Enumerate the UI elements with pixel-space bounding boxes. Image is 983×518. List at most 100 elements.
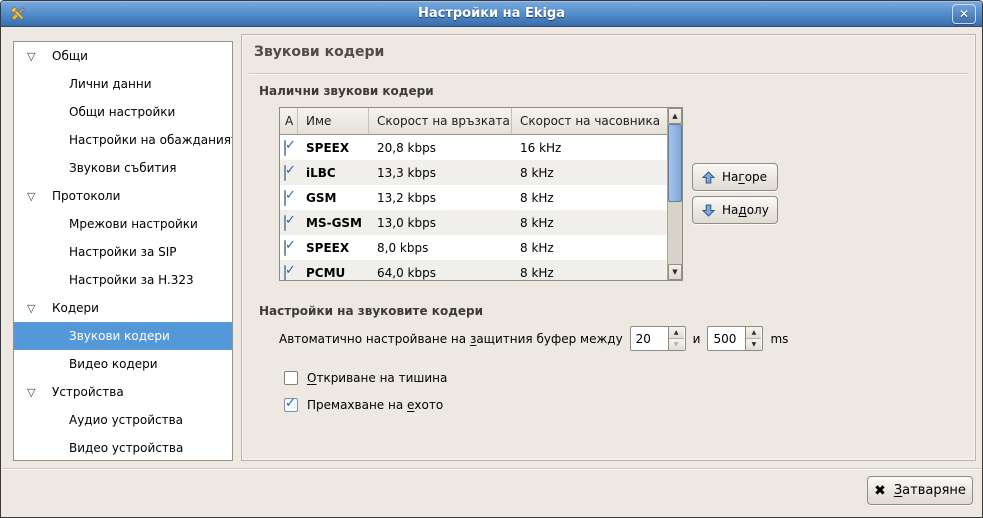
sidebar-item-general[interactable]: ▽ Общи [14,42,232,70]
silence-detection-label: Откриване на тишина [307,371,447,385]
close-x-icon: ✖ [874,484,886,498]
sidebar-item-devices[interactable]: ▽ Устройства [14,378,232,406]
jitter-min-input[interactable] [631,327,668,350]
sidebar-item-label: Протоколи [52,189,120,203]
close-button[interactable]: ✖ Затваряне [867,476,973,505]
footer-separator [2,468,981,469]
codec-name: SPEEX [298,141,369,155]
sidebar-item-call-options[interactable]: Настройки на обажданията [14,126,232,154]
move-up-button[interactable]: Нагоре [692,163,778,191]
sidebar-item-label: Общи [52,49,88,63]
codec-enabled-checkbox[interactable] [284,165,286,181]
spinner-steppers: ▲ ▼ [668,327,684,350]
between-word: и [693,332,701,346]
heading-separator [249,73,968,74]
settings-tree: ▽ Общи Лични данни Общи настройки Настро… [13,41,233,461]
sidebar-item-protocols[interactable]: ▽ Протоколи [14,182,232,210]
unit-label: ms [770,332,788,346]
spinner-steppers: ▲ ▼ [745,327,761,350]
codec-name: SPEEX [298,241,369,255]
close-button-label: Затваряне [894,483,966,498]
codec-clockrate: 16 kHz [512,141,667,155]
column-header-name[interactable]: Име [298,108,369,134]
table-row[interactable]: SPEEX 20,8 kbps 16 kHz [280,135,667,160]
spin-down-icon[interactable]: ▼ [746,339,761,350]
titlebar[interactable]: Настройки на Ekiga ✕ [1,1,982,27]
sidebar-item-audio-devices[interactable]: Аудио устройства [14,406,232,434]
sidebar-item-label: Общи настройки [69,105,175,119]
table-row[interactable]: iLBC 13,3 kbps 8 kHz [280,160,667,185]
table-row[interactable]: SPEEX 8,0 kbps 8 kHz [280,235,667,260]
move-down-label: Надолу [722,203,769,217]
spin-up-icon[interactable]: ▲ [669,327,684,339]
move-up-label: Нагоре [722,170,767,184]
codec-enabled-checkbox[interactable] [284,265,286,281]
up-arrow-icon [702,171,715,184]
codec-enabled-checkbox[interactable] [284,140,286,156]
echo-cancellation-option[interactable]: Премахване на ехото [284,396,443,414]
expander-icon[interactable]: ▽ [27,378,35,406]
close-window-icon[interactable]: ✕ [952,4,976,24]
sidebar-item-h323-settings[interactable]: Настройки за H.323 [14,266,232,294]
sidebar-item-label: Видео кодери [69,357,158,371]
sidebar-item-label: Звукови кодери [69,329,170,343]
jitter-min-spinner: ▲ ▼ [630,326,686,351]
sidebar-item-video-codecs[interactable]: Видео кодери [14,350,232,378]
table-row[interactable]: PCMU 64,0 kbps 8 kHz [280,260,667,281]
codec-enabled-checkbox[interactable] [284,240,286,256]
expander-icon[interactable]: ▽ [27,294,35,322]
table-scrollbar[interactable]: ▲ ▼ [667,108,682,280]
codec-clockrate: 8 kHz [512,216,667,230]
sidebar-item-personal-data[interactable]: Лични данни [14,70,232,98]
column-header-active[interactable]: A [280,108,298,134]
codec-bandwidth: 20,8 kbps [369,141,512,155]
sidebar-item-label: Устройства [52,385,124,399]
silence-detection-option[interactable]: Откриване на тишина [284,369,447,387]
codec-enabled-checkbox[interactable] [284,215,286,231]
jitter-max-spinner: ▲ ▼ [707,326,763,351]
codec-name: PCMU [298,266,369,280]
codec-bandwidth: 13,3 kbps [369,166,512,180]
sidebar-item-label: Настройки на обажданията [69,133,233,147]
sidebar-item-general-settings[interactable]: Общи настройки [14,98,232,126]
scroll-down-icon[interactable]: ▼ [668,264,682,280]
expander-icon[interactable]: ▽ [27,182,35,210]
table-row[interactable]: MS-GSM 13,0 kbps 8 kHz [280,210,667,235]
codec-name: iLBC [298,166,369,180]
codec-clockrate: 8 kHz [512,241,667,255]
jitter-buffer-label: Автоматично настройване на защитния буфе… [279,332,623,346]
preferences-window: Настройки на Ekiga ✕ ▽ Общи Лични данни … [0,0,983,518]
down-arrow-icon [702,204,715,217]
column-header-bandwidth[interactable]: Скорост на връзката [369,108,512,134]
codec-settings-title: Настройки на звуковите кодери [259,304,483,318]
table-row[interactable]: GSM 13,2 kbps 8 kHz [280,185,667,210]
available-codecs-title: Налични звукови кодери [259,84,434,98]
sidebar-item-network-settings[interactable]: Мрежови настройки [14,210,232,238]
column-header-clockrate[interactable]: Скорост на часовника [512,108,667,134]
sidebar-item-sip-settings[interactable]: Настройки за SIP [14,238,232,266]
sidebar-item-codecs[interactable]: ▽ Кодери [14,294,232,322]
silence-detection-checkbox[interactable] [284,371,298,385]
sidebar-item-video-devices[interactable]: Видео устройства [14,434,232,461]
codec-enabled-checkbox[interactable] [284,190,286,206]
codec-bandwidth: 8,0 kbps [369,241,512,255]
scroll-up-icon[interactable]: ▲ [668,108,682,124]
echo-cancellation-label: Премахване на ехото [307,398,443,412]
jitter-max-input[interactable] [708,327,745,350]
codec-bandwidth: 13,2 kbps [369,191,512,205]
sidebar-item-sound-events[interactable]: Звукови събития [14,154,232,182]
sidebar-item-label: Настройки за H.323 [69,273,194,287]
codec-name: GSM [298,191,369,205]
expander-icon[interactable]: ▽ [27,42,35,70]
echo-cancellation-checkbox[interactable] [284,398,298,412]
scrollbar-thumb[interactable] [668,124,682,202]
sidebar-item-label: Аудио устройства [69,413,183,427]
sidebar-item-label: Видео устройства [69,441,183,455]
spin-up-icon[interactable]: ▲ [746,327,761,339]
page-title: Звукови кодери [254,44,384,60]
spin-down-icon[interactable]: ▼ [669,339,684,350]
move-down-button[interactable]: Надолу [692,196,778,224]
sidebar-item-label: Мрежови настройки [69,217,198,231]
dialog-content: ▽ Общи Лични данни Общи настройки Настро… [1,27,982,517]
sidebar-item-audio-codecs[interactable]: Звукови кодери [14,322,232,350]
